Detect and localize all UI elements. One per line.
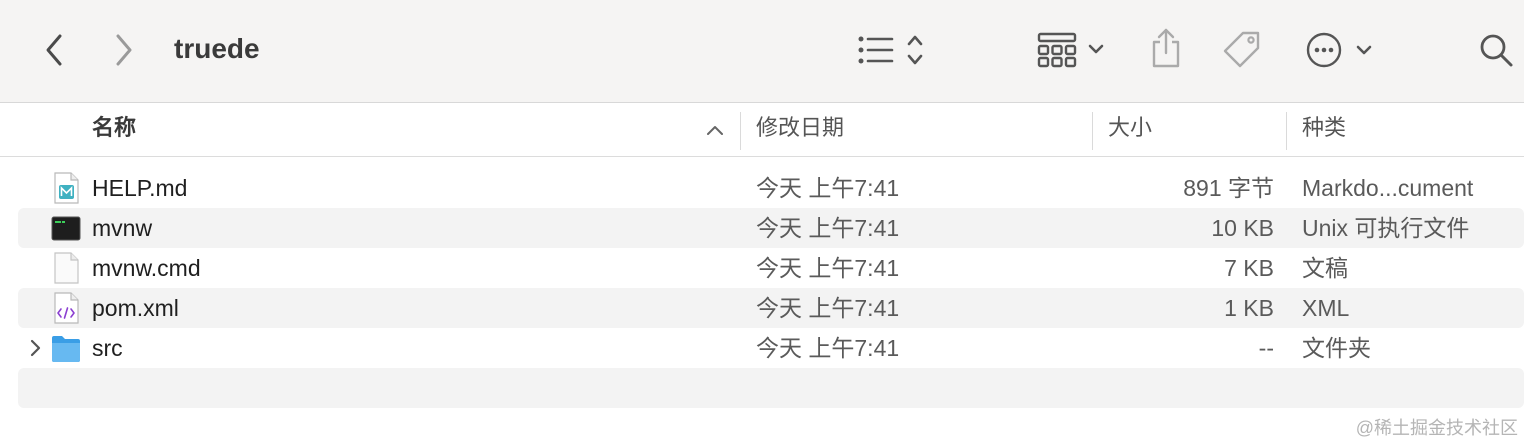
ellipsis-circle-icon[interactable] [1304, 28, 1376, 72]
file-size: 1 KB [1224, 295, 1274, 321]
file-kind: Unix 可执行文件 [1302, 215, 1470, 241]
search-icon[interactable] [1476, 30, 1516, 70]
file-row-mvnw[interactable]: mvnw 今天 上午7:41 10 KB Unix 可执行文件 [18, 208, 1524, 248]
watermark: @稀土掘金技术社区 [1355, 418, 1518, 438]
file-name: HELP.md [92, 175, 188, 201]
column-divider[interactable] [1286, 112, 1287, 150]
file-size: -- [1258, 335, 1274, 361]
grid-group-icon[interactable] [1036, 30, 1110, 70]
toolbar: truede [0, 0, 1524, 103]
file-date: 今天 上午7:41 [756, 175, 900, 201]
column-header: 名称 修改日期 大小 种类 [0, 103, 1524, 157]
file-row-pom-xml[interactable]: pom.xml 今天 上午7:41 1 KB XML [18, 288, 1524, 328]
file-name: src [92, 335, 123, 361]
chevron-left-icon[interactable] [36, 30, 72, 70]
document-file-icon [51, 252, 81, 284]
file-kind: 文稿 [1302, 255, 1348, 281]
file-date: 今天 上午7:41 [756, 255, 900, 281]
chevron-right-icon[interactable] [106, 30, 142, 70]
column-size-header[interactable]: 大小 [1108, 103, 1152, 156]
column-divider[interactable] [1092, 112, 1093, 150]
disclosure-triangle-icon[interactable] [26, 336, 44, 360]
file-row-mvnw-cmd[interactable]: mvnw.cmd 今天 上午7:41 7 KB 文稿 [18, 248, 1524, 288]
file-date: 今天 上午7:41 [756, 295, 900, 321]
file-size: 10 KB [1211, 215, 1274, 241]
share-icon[interactable] [1146, 26, 1186, 70]
xml-file-icon [51, 292, 81, 324]
tag-icon[interactable] [1220, 28, 1264, 72]
file-row-help-md[interactable]: HELP.md 今天 上午7:41 891 字节 Markdo...cument [18, 168, 1524, 208]
file-date: 今天 上午7:41 [756, 215, 900, 241]
empty-row [18, 368, 1524, 408]
file-kind: 文件夹 [1302, 335, 1371, 361]
folder-icon [50, 332, 82, 364]
file-kind: Markdo...cument [1302, 175, 1474, 201]
column-divider[interactable] [740, 112, 741, 150]
markdown-file-icon [51, 172, 81, 204]
window-title: truede [174, 33, 260, 64]
file-date: 今天 上午7:41 [756, 335, 900, 361]
file-row-src[interactable]: src 今天 上午7:41 -- 文件夹 [18, 328, 1524, 368]
file-name: mvnw [92, 215, 153, 241]
column-name-header[interactable]: 名称 [92, 103, 136, 156]
terminal-exec-icon [51, 212, 81, 244]
column-date-header[interactable]: 修改日期 [756, 103, 844, 156]
file-size: 891 字节 [1183, 175, 1274, 201]
file-size: 7 KB [1224, 255, 1274, 281]
file-kind: XML [1302, 295, 1350, 321]
column-kind-header[interactable]: 种类 [1302, 103, 1346, 156]
file-name: pom.xml [92, 295, 179, 321]
file-name: mvnw.cmd [92, 255, 201, 281]
sort-ascending-icon[interactable] [704, 120, 726, 140]
list-view-icon[interactable] [856, 30, 930, 70]
